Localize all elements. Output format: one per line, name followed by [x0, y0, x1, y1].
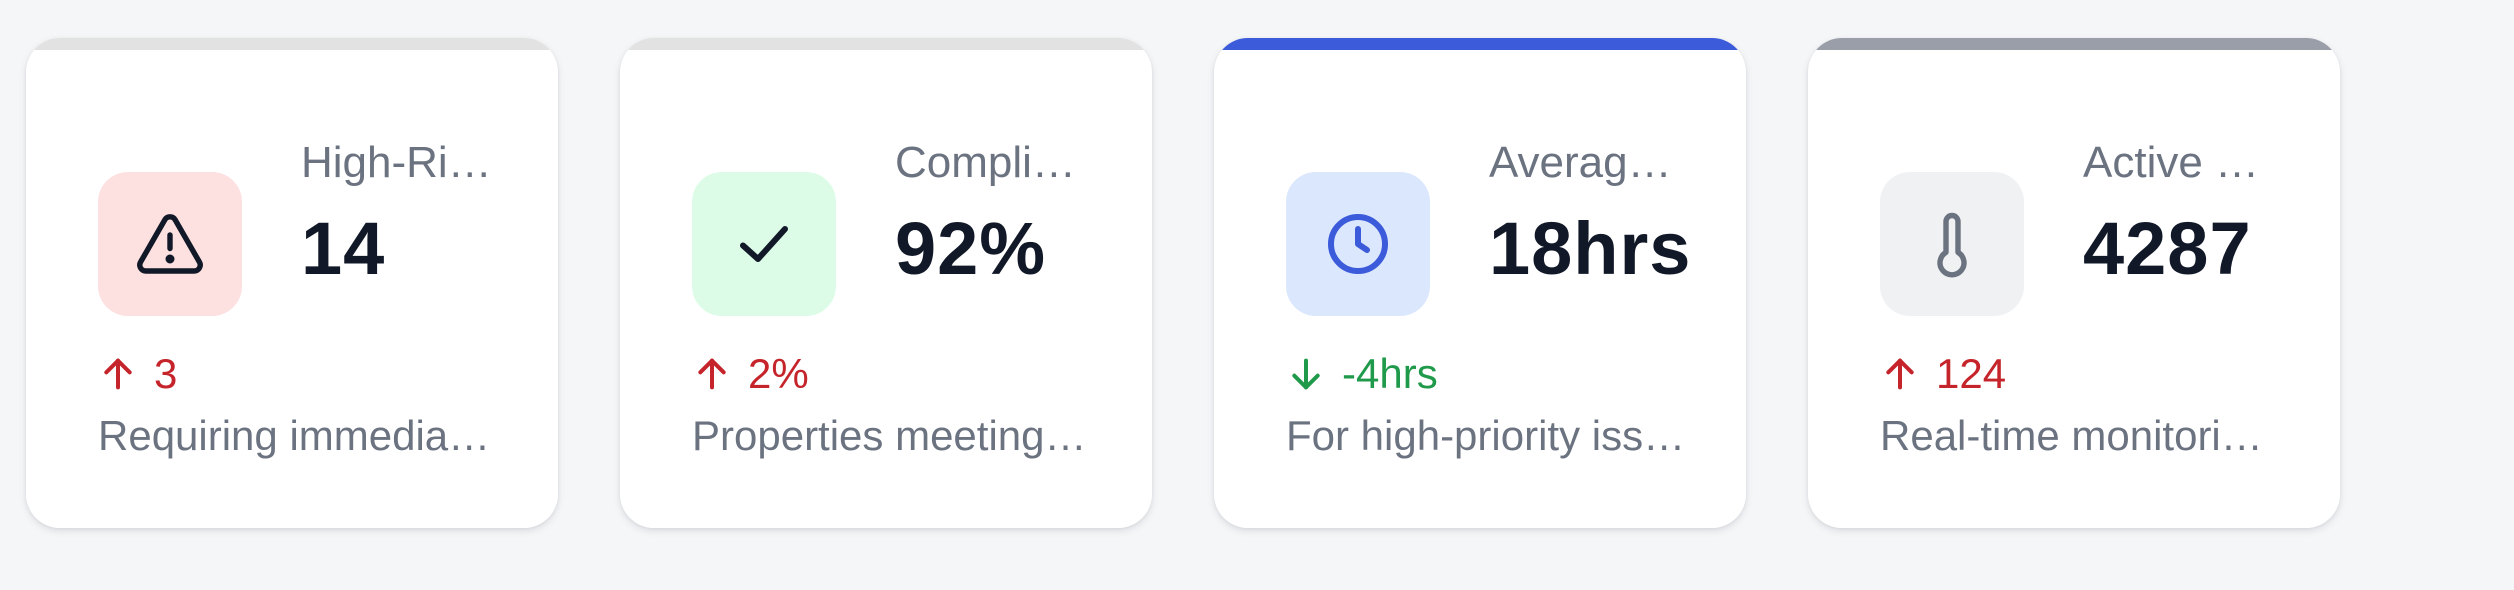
card-change: 3 — [98, 350, 177, 398]
arrow-up-icon — [104, 358, 132, 390]
card-label: Active Sensors — [2083, 138, 2283, 187]
card-value: 18hrs — [1489, 207, 1692, 290]
arrow-up-icon — [698, 358, 726, 390]
card-change: 2% — [692, 350, 809, 398]
thermometer-icon — [1937, 212, 1967, 278]
card-label: High-Risk Properties — [301, 138, 501, 187]
card-change-value: -4hrs — [1342, 350, 1438, 397]
icon-tile — [98, 172, 242, 316]
card-accent-bar — [620, 38, 1152, 50]
stat-card-high-risk[interactable]: High-Risk Properties 14 3 Requiring imme… — [26, 38, 558, 528]
arrow-down-icon — [1292, 358, 1320, 390]
card-change-value: 3 — [154, 350, 178, 397]
card-value: 4287 — [2083, 207, 2252, 290]
card-change: 124 — [1880, 350, 2006, 398]
warning-triangle-icon — [137, 214, 203, 274]
card-description: For high-priority issues — [1286, 412, 1686, 459]
stat-card-active-sensors[interactable]: Active Sensors 4287 124 Real-time monito… — [1808, 38, 2340, 528]
card-description: Real-time monitoring devices — [1880, 412, 2280, 459]
card-label: Average Response Time — [1489, 138, 1689, 187]
card-accent-bar — [1808, 38, 2340, 50]
stat-card-response-time[interactable]: Average Response Time 18hrs -4hrs For hi… — [1214, 38, 1746, 528]
card-value: 14 — [301, 207, 386, 290]
stat-cards-row: High-Risk Properties 14 3 Requiring imme… — [0, 0, 2514, 590]
icon-tile — [692, 172, 836, 316]
card-accent-bar — [26, 38, 558, 50]
card-description: Requiring immediate attention — [98, 412, 498, 459]
icon-tile — [1286, 172, 1430, 316]
card-label: Compliance Rate — [895, 138, 1095, 187]
card-change-value: 124 — [1936, 350, 2007, 397]
card-change-value: 2% — [748, 350, 809, 397]
stat-card-compliance[interactable]: Compliance Rate 92% 2% Properties meetin… — [620, 38, 1152, 528]
icon-tile — [1880, 172, 2024, 316]
card-change: -4hrs — [1286, 350, 1438, 398]
clock-icon — [1328, 214, 1388, 274]
arrow-up-icon — [1886, 358, 1914, 390]
card-accent-bar — [1214, 38, 1746, 50]
card-value: 92% — [895, 207, 1047, 290]
checkmark-icon — [740, 226, 788, 262]
card-description: Properties meeting standards — [692, 412, 1092, 459]
